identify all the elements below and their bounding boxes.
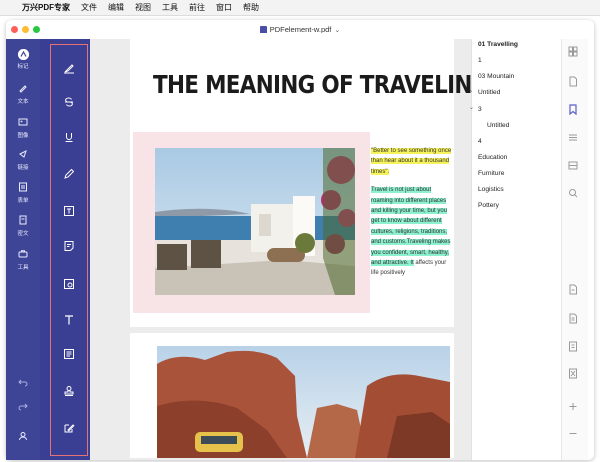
menu-go[interactable]: 前往 [189,2,205,13]
rail-item-link[interactable]: 链接 [6,149,40,171]
account-button[interactable] [6,431,40,445]
chevron-down-icon[interactable]: ⌄ [469,104,474,111]
strikethrough-tool-button[interactable] [61,94,77,110]
account-icon [6,431,40,443]
article-text-column[interactable]: "Better to see something once than hear … [371,146,453,287]
outline-panel [471,39,567,460]
side-panel-switcher [561,39,588,460]
chevron-right-icon[interactable]: › [470,89,472,95]
outline-item[interactable]: 1 [478,57,482,64]
pencil-tool-button[interactable] [61,166,77,182]
shape-icon [64,279,74,289]
export-icon[interactable] [568,313,578,324]
tools-icon [6,249,40,261]
rail-label: 表单 [17,198,29,204]
comment-list-tool-button[interactable] [61,346,77,362]
bookmark-icon[interactable] [568,104,578,115]
stamp-tool-button[interactable] [61,383,77,399]
redo-button[interactable] [6,403,40,415]
outline-item[interactable]: 4 [478,138,482,145]
redo-icon [6,403,40,413]
thumbnails-icon[interactable] [568,46,578,57]
outline-item[interactable]: Untitled [487,122,509,129]
annotate-icon [17,49,29,60]
shape-tool-button[interactable] [61,276,77,292]
zoom-in-icon[interactable] [568,401,578,412]
zoom-window-button[interactable] [33,26,40,33]
outline-item[interactable]: 3 [478,106,482,113]
minimize-window-button[interactable] [22,26,29,33]
rail-item-tools[interactable]: 工具 [6,249,40,271]
menu-edit[interactable]: 编辑 [108,2,124,13]
page-icon[interactable] [568,76,578,87]
menu-view[interactable]: 视图 [135,2,151,13]
note-icon [64,241,74,251]
rail-label: 文本 [17,99,29,105]
highlighted-quote[interactable]: "Better to see something once than hear … [371,148,452,175]
zoom-out-icon[interactable] [568,428,578,439]
textbox-tool-button[interactable] [61,203,77,219]
menu-tools[interactable]: 工具 [162,2,178,13]
pen-icon [6,83,40,95]
outline-item[interactable]: Pottery [478,202,499,209]
strikethrough-icon [65,97,73,107]
rail-label: 密文 [17,231,29,237]
desert-canyon-photo[interactable] [157,346,450,458]
pencil-icon [64,168,75,179]
outline-item[interactable]: Untitled [478,89,500,96]
outline-item[interactable]: 03 Mountain [478,73,514,80]
attachment-icon[interactable] [568,160,578,171]
typewriter-tool-button[interactable] [61,312,77,328]
ocr-text-icon[interactable] [568,368,578,379]
underline-icon [65,133,73,142]
link-icon [6,149,40,161]
page-heading[interactable]: THE MEANING OF TRAVELING [153,70,489,99]
rail-label: 工具 [17,265,29,271]
rail-label: 图像 [17,133,29,139]
rail-item-redact[interactable]: 密文 [6,215,40,237]
rail-label: 链接 [17,165,29,171]
highlight-icon [64,64,74,74]
convert-icon[interactable] [568,284,578,295]
image-icon [6,117,40,129]
comment-list-icon [64,349,74,359]
close-window-button[interactable] [11,26,18,33]
stamp-icon [64,386,74,396]
ocr-icon[interactable] [568,341,578,352]
outline-item[interactable]: Education [478,154,507,161]
highlight-tool-button[interactable] [61,60,77,76]
santorini-terrace-photo[interactable] [155,148,355,295]
rail-item-text[interactable]: 文本 [6,83,40,105]
form-icon [6,182,40,194]
menu-window[interactable]: 窗口 [216,2,232,13]
rail-item-annotate[interactable]: 标记 [6,49,40,70]
typewriter-icon [65,315,73,325]
search-icon[interactable] [568,188,578,199]
outline-item[interactable]: 01 Travelling [478,41,518,48]
mode-rail: 标记 文本 图像 链接 表单 密文 工具 [6,39,40,460]
undo-icon [6,379,40,389]
outline-icon[interactable] [568,132,578,143]
menu-file[interactable]: 文件 [81,2,97,13]
menu-app[interactable]: 万兴PDF专家 [22,2,70,13]
rail-item-form[interactable]: 表单 [6,182,40,204]
traffic-lights [11,26,40,33]
textbox-icon [64,206,74,216]
rail-label: 标记 [17,64,29,70]
menu-bar: 万兴PDF专家 文件 编辑 视图 工具 前往 窗口 帮助 [0,0,600,16]
outline-item[interactable]: Furniture [478,170,504,177]
signature-icon [64,424,75,433]
rail-item-image[interactable]: 图像 [6,117,40,139]
underline-tool-button[interactable] [61,129,77,145]
menu-help[interactable]: 帮助 [243,2,259,13]
highlighted-paragraph[interactable]: Travel is not just about roaming into di… [371,187,451,267]
signature-tool-button[interactable] [61,420,77,436]
note-tool-button[interactable] [61,238,77,254]
redact-icon [6,215,40,227]
outline-item[interactable]: Logistics [478,186,504,193]
undo-button[interactable] [6,379,40,391]
